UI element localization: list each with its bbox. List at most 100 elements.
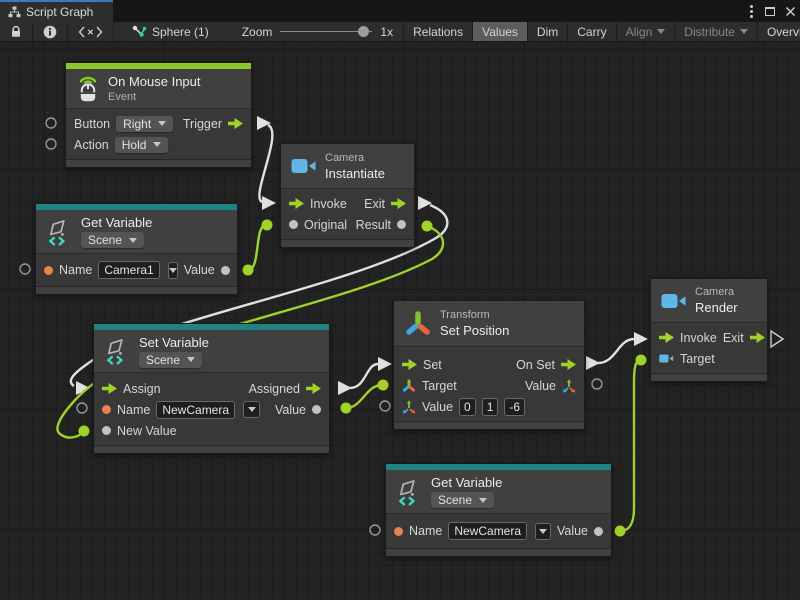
name-port[interactable]: [44, 266, 53, 275]
variable-name-input[interactable]: NewCamera: [156, 401, 235, 419]
dim-button[interactable]: Dim: [528, 22, 568, 41]
zoom-slider[interactable]: [280, 31, 372, 32]
invoke-port-label: Invoke: [310, 197, 347, 211]
name-port-label: Name: [409, 524, 442, 538]
carry-button[interactable]: Carry: [568, 22, 616, 41]
flow-input-port[interactable]: [659, 332, 674, 343]
node-get-variable-camera1[interactable]: Get Variable Scene Name Camera1 Value: [35, 203, 238, 295]
name-port[interactable]: [394, 527, 403, 536]
zoom-value: 1x: [380, 25, 393, 39]
value-port[interactable]: [221, 266, 230, 275]
node-subtitle: Event: [108, 91, 201, 103]
flow-output-port[interactable]: [391, 198, 406, 209]
graph-owner-label: Sphere (1): [152, 25, 209, 39]
values-button[interactable]: Values: [473, 22, 528, 41]
variable-name-picker[interactable]: [535, 523, 551, 540]
original-port[interactable]: [289, 220, 298, 229]
variable-kind-dropdown[interactable]: Scene: [81, 232, 144, 248]
node-footer: [36, 286, 237, 294]
more-menu-icon[interactable]: [748, 3, 755, 20]
title-bar: Script Graph: [0, 0, 800, 22]
result-port[interactable]: [397, 220, 406, 229]
action-dropdown[interactable]: Hold: [115, 137, 169, 153]
camera-icon: [661, 292, 687, 310]
node-camera-render[interactable]: Camera Render Invoke Exit Target: [650, 278, 768, 382]
tab-title: Script Graph: [26, 5, 93, 19]
variable-name-picker[interactable]: [168, 262, 178, 279]
node-title: Render: [695, 300, 738, 315]
variable-kind-dropdown[interactable]: Scene: [431, 492, 494, 508]
result-port-label: Result: [356, 218, 391, 232]
vector-z-input[interactable]: -6: [504, 398, 525, 416]
node-type: Transform: [440, 309, 509, 321]
maximize-icon[interactable]: [765, 7, 775, 16]
assigned-port-label: Assigned: [249, 382, 300, 396]
relations-button[interactable]: Relations: [403, 22, 473, 41]
node-camera-instantiate[interactable]: Camera Instantiate Invoke Exit Original …: [280, 143, 415, 248]
variable-icon: [104, 337, 131, 365]
graph-owner[interactable]: Sphere (1): [114, 22, 218, 41]
transform-port-icon[interactable]: [402, 379, 416, 393]
flow-input-port[interactable]: [289, 198, 304, 209]
name-port-label: Name: [59, 263, 92, 277]
chevron-down-icon: [657, 29, 665, 34]
name-port-label: Name: [117, 403, 150, 417]
variable-kind-dropdown[interactable]: Scene: [139, 352, 202, 368]
code-view-button[interactable]: [68, 22, 114, 41]
node-footer: [386, 548, 611, 556]
zoom-slider-handle[interactable]: [358, 26, 369, 37]
new-value-port-label: New Value: [117, 424, 177, 438]
chevron-down-icon: [169, 268, 177, 273]
variable-name-input[interactable]: Camera1: [98, 261, 159, 279]
node-on-mouse-input[interactable]: On Mouse Input Event Button Right Trigge…: [65, 62, 252, 168]
chevron-down-icon: [740, 29, 748, 34]
zoom-label: Zoom: [242, 25, 273, 39]
node-set-position[interactable]: Transform Set Position Set On Set Target…: [393, 300, 585, 430]
chevron-down-icon: [129, 238, 137, 243]
node-footer: [94, 445, 329, 453]
zoom-control: Zoom 1x: [232, 22, 403, 41]
flow-output-port[interactable]: [750, 332, 765, 343]
info-button[interactable]: [33, 22, 68, 41]
variable-name-picker[interactable]: [243, 401, 260, 418]
value-input-label: Value: [422, 400, 453, 414]
name-port[interactable]: [102, 405, 111, 414]
distribute-button[interactable]: Distribute: [675, 22, 758, 41]
camera-icon: [291, 157, 317, 175]
value-port-label: Value: [275, 403, 306, 417]
graph-tab-icon: [8, 6, 21, 18]
trigger-port-label: Trigger: [183, 117, 222, 131]
node-set-variable[interactable]: Set Variable Scene Assign Assigned Name …: [93, 323, 330, 454]
overview-button[interactable]: Overview: [758, 22, 800, 41]
vector-y-input[interactable]: 1: [482, 398, 499, 416]
new-value-port[interactable]: [102, 426, 111, 435]
exit-port-label: Exit: [723, 331, 744, 345]
value-port[interactable]: [594, 527, 603, 536]
flow-input-port[interactable]: [102, 383, 117, 394]
tab-script-graph[interactable]: Script Graph: [0, 0, 113, 22]
flow-output-port[interactable]: [228, 118, 243, 129]
script-graph-window: Script Graph: [0, 0, 800, 600]
variable-name-input[interactable]: NewCamera: [448, 522, 527, 540]
flow-input-port[interactable]: [402, 359, 417, 370]
original-port-label: Original: [304, 218, 347, 232]
vector3-port-icon[interactable]: [402, 400, 416, 414]
button-dropdown[interactable]: Right: [116, 116, 173, 132]
transform-icon: [404, 310, 432, 338]
chevron-down-icon: [158, 121, 166, 126]
variable-icon: [396, 478, 423, 506]
flow-output-port[interactable]: [561, 359, 576, 370]
lock-button[interactable]: [0, 22, 33, 41]
camera-port-icon[interactable]: [659, 353, 674, 364]
vector-x-input[interactable]: 0: [459, 398, 476, 416]
value-port[interactable]: [312, 405, 321, 414]
chevron-down-icon: [153, 142, 161, 147]
chevron-down-icon: [187, 357, 195, 362]
flow-output-port[interactable]: [306, 383, 321, 394]
node-get-variable-newcamera[interactable]: Get Variable Scene Name NewCamera Value: [385, 463, 612, 557]
node-title: Set Variable: [139, 335, 209, 350]
align-button[interactable]: Align: [617, 22, 676, 41]
target-port-label: Target: [680, 352, 715, 366]
vector3-port-icon[interactable]: [562, 379, 576, 393]
close-icon[interactable]: [785, 6, 796, 17]
